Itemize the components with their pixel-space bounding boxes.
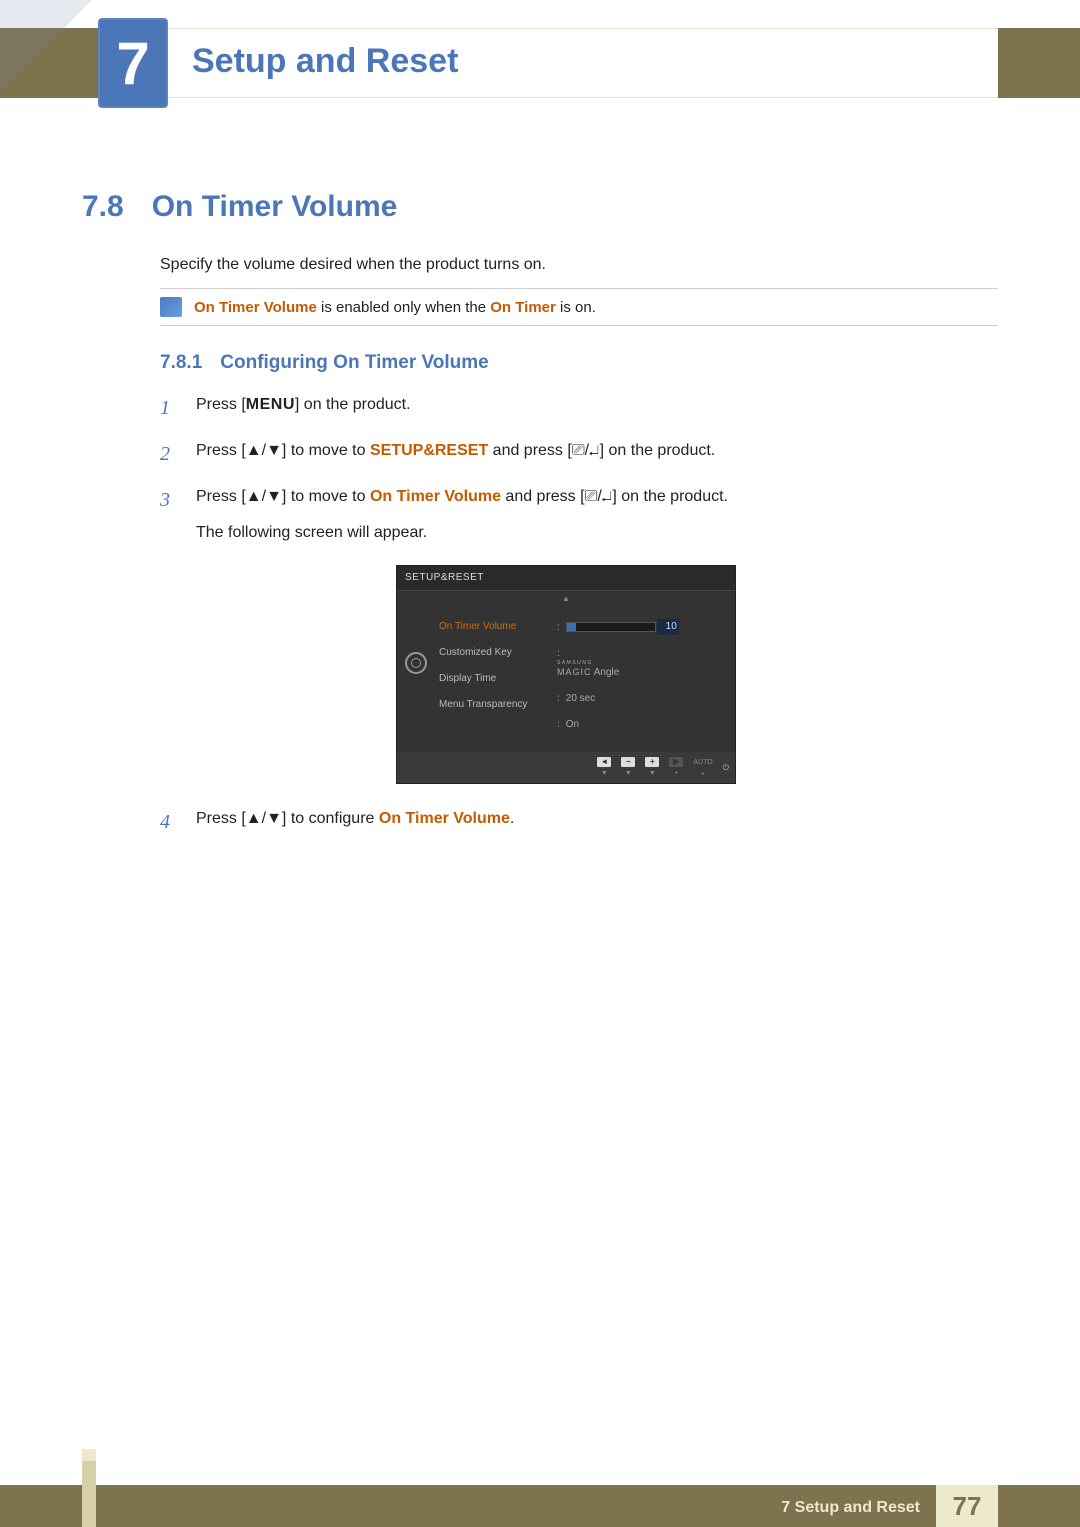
step-1: 1 Press [MENU] on the product. (160, 392, 998, 424)
step-body: Press [▲/▼] to move to On Timer Volume a… (196, 484, 998, 792)
step-body: Press [▲/▼] to move to SETUP&RESET and p… (196, 438, 998, 470)
subsection-title: Configuring On Timer Volume (220, 352, 488, 374)
subsection-number: 7.8.1 (160, 352, 202, 374)
section-title: On Timer Volume (152, 190, 398, 224)
osd-row-value: :On (557, 712, 727, 738)
osd-nav-plus-icon: +▼ (645, 757, 659, 779)
osd-nav-power-icon: ⏻ (723, 762, 729, 775)
note-icon (160, 297, 182, 317)
osd-row-label: Display Time (439, 666, 557, 692)
section-intro: Specify the volume desired when the prod… (160, 256, 546, 274)
up-down-icon: ▲/▼ (246, 484, 282, 510)
osd-row-label: Customized Key (439, 640, 557, 666)
osd-nav-minus-icon: −▼ (621, 757, 635, 779)
note-text: On Timer Volume is enabled only when the… (194, 299, 596, 316)
osd-values-col: :10 :SAMSUNGMAGIC Angle :20 sec :On (557, 614, 727, 738)
steps-list: 1 Press [MENU] on the product. 2 Press [… (160, 392, 998, 852)
step-body: Press [▲/▼] to configure On Timer Volume… (196, 806, 998, 838)
footer-accent-decoration (82, 1461, 96, 1527)
chapter-title: Setup and Reset (192, 42, 458, 81)
osd-screenshot: SETUP&RESET ▲ On Timer Volume Customized… (396, 565, 736, 784)
step-4: 4 Press [▲/▼] to configure On Timer Volu… (160, 806, 998, 838)
osd-labels-col: On Timer Volume Customized Key Display T… (439, 614, 557, 738)
step-number: 3 (160, 484, 178, 792)
volume-slider (566, 622, 656, 632)
osd-row-value: :SAMSUNGMAGIC Angle (557, 641, 727, 686)
step-number: 2 (160, 438, 178, 470)
osd-row-label: On Timer Volume (439, 614, 557, 640)
step-follow-text: The following screen will appear. (196, 520, 998, 546)
osd-scroll-up-icon: ▲ (397, 591, 735, 608)
footer-chapter-ref: 7 Setup and Reset (781, 1499, 920, 1517)
note-box: On Timer Volume is enabled only when the… (160, 288, 998, 326)
osd-row-value: :20 sec (557, 686, 727, 712)
section-number: 7.8 (82, 190, 124, 224)
footer-accent-decoration (82, 1449, 96, 1461)
osd-nav-left-icon: ◄▼ (597, 757, 611, 779)
step-body: Press [MENU] on the product. (196, 392, 998, 424)
up-down-icon: ▲/▼ (246, 438, 282, 464)
step-2: 2 Press [▲/▼] to move to SETUP&RESET and… (160, 438, 998, 470)
osd-title: SETUP&RESET (397, 566, 735, 591)
menu-button-label: MENU (246, 396, 295, 413)
step-number: 4 (160, 806, 178, 838)
gear-icon (405, 652, 427, 674)
enter-icon: ⎚/↵ (585, 484, 613, 510)
osd-category-icon-col (405, 614, 439, 738)
enter-icon: ⎚/↵ (572, 438, 600, 464)
step-number: 1 (160, 392, 178, 424)
step-3: 3 Press [▲/▼] to move to On Timer Volume… (160, 484, 998, 792)
page-number: 77 (936, 1485, 998, 1527)
osd-row-value: :10 (557, 614, 727, 641)
corner-fold-decoration (0, 0, 92, 92)
subsection-heading: 7.8.1 Configuring On Timer Volume (160, 352, 489, 374)
osd-nav-right-icon: ▶• (669, 757, 683, 779)
up-down-icon: ▲/▼ (246, 806, 282, 832)
osd-row-label: Menu Transparency (439, 692, 557, 718)
chapter-number-badge: 7 (98, 18, 168, 108)
osd-footer-nav: ◄▼ −▼ +▼ ▶• AUTO• ⏻ (397, 752, 735, 783)
section-heading: 7.8 On Timer Volume (82, 190, 397, 224)
osd-nav-auto-label: AUTO• (693, 757, 712, 780)
